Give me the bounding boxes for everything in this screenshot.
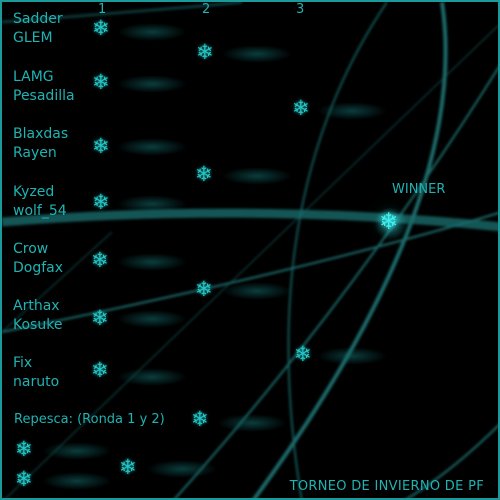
snowflake-icon[interactable]: ❄ xyxy=(92,72,110,93)
round-label: 1 xyxy=(98,2,107,17)
snowflake-icon[interactable]: ❄ xyxy=(92,136,110,157)
slot-glow xyxy=(317,102,387,120)
winner-snowflake-icon[interactable]: ❄ xyxy=(379,211,398,234)
slot-glow xyxy=(42,472,112,490)
snowflake-icon[interactable]: ❄ xyxy=(91,250,109,271)
snowflake-icon[interactable]: ❄ xyxy=(294,344,312,365)
snowflake-icon[interactable]: ❄ xyxy=(91,360,109,381)
snowflake-icon[interactable]: ❄ xyxy=(92,192,110,213)
snowflake-icon[interactable]: ❄ xyxy=(15,439,33,460)
slot-glow xyxy=(117,310,187,328)
player-name: naruto xyxy=(13,374,60,390)
bracket-canvas: 1 2 3 Sadder GLEM LAMG Pesadilla Blaxdas… xyxy=(0,0,500,500)
player-name: Pesadilla xyxy=(13,88,75,104)
snowflake-icon[interactable]: ❄ xyxy=(119,457,137,478)
player-name: Dogfax xyxy=(13,260,64,276)
snowflake-icon[interactable]: ❄ xyxy=(195,164,213,185)
round-label: 3 xyxy=(296,2,305,17)
snowflake-icon[interactable]: ❄ xyxy=(15,469,33,490)
snowflake-icon[interactable]: ❄ xyxy=(292,98,310,119)
round-label: 2 xyxy=(202,2,211,17)
curve xyxy=(2,212,498,333)
slot-glow xyxy=(117,253,187,271)
snowflake-icon[interactable]: ❄ xyxy=(195,279,213,300)
player-name: Rayen xyxy=(13,145,57,161)
slot-glow xyxy=(217,414,287,432)
snowflake-icon[interactable]: ❄ xyxy=(191,409,209,430)
snowflake-icon[interactable]: ❄ xyxy=(196,42,214,63)
slot-glow xyxy=(147,460,217,478)
curve xyxy=(174,66,498,498)
slot-glow xyxy=(317,347,387,365)
slot-glow xyxy=(222,167,292,185)
player-name: Kosuke xyxy=(13,317,63,333)
curve xyxy=(2,208,498,232)
slot-glow xyxy=(117,23,187,41)
slot-glow xyxy=(117,368,187,386)
tournament-title: TORNEO DE INVIERNO DE PF xyxy=(289,479,484,494)
slot-glow xyxy=(42,442,112,460)
slot-glow xyxy=(117,195,187,213)
player-name: wolf_54 xyxy=(13,203,67,219)
slot-glow xyxy=(117,75,187,93)
slot-glow xyxy=(222,282,292,300)
repesca-label: Repesca: (Ronda 1 y 2) xyxy=(14,412,165,427)
slot-glow xyxy=(222,45,292,63)
winner-label: WINNER xyxy=(392,182,446,197)
slot-glow xyxy=(117,138,187,156)
snowflake-icon[interactable]: ❄ xyxy=(92,18,110,39)
snowflake-icon[interactable]: ❄ xyxy=(91,308,109,329)
player-name: GLEM xyxy=(13,30,53,46)
